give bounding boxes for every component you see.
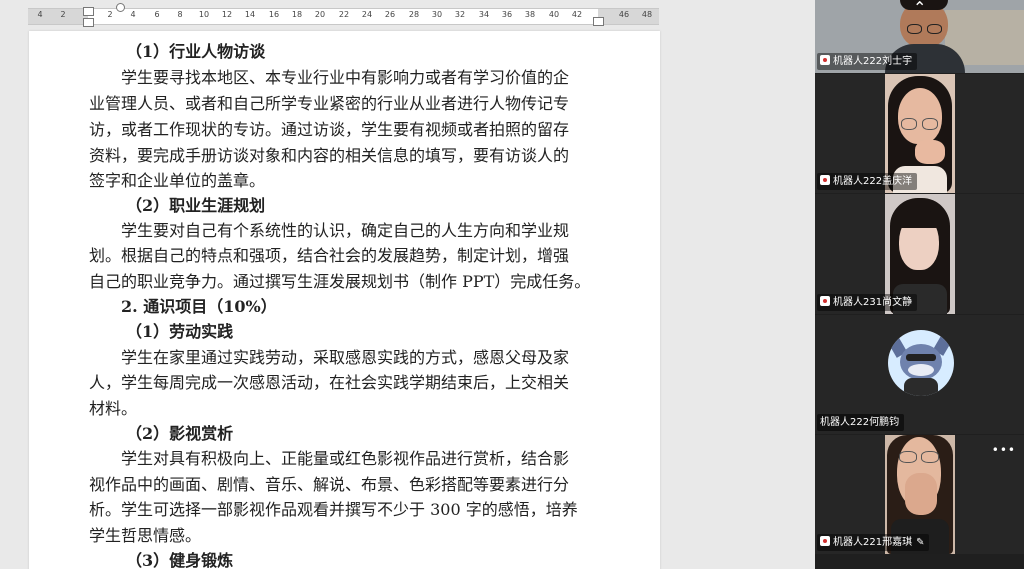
ruler-tick: 24 xyxy=(361,10,373,19)
participant-tile[interactable]: ⌃ 机器人222刘士宇 xyxy=(815,0,1024,73)
paragraph-line: 析。学生可选择一部影视作品观看并撰写不少于 300 字的感悟，培养 xyxy=(89,500,578,519)
ruler-tick: 14 xyxy=(244,10,256,19)
ruler-tick: 22 xyxy=(338,10,350,19)
heading-career-planning: （2）职业生涯规划 xyxy=(126,196,266,215)
ruler-tick: 20 xyxy=(314,10,326,19)
ruler-tick: 38 xyxy=(524,10,536,19)
ruler-tick: 40 xyxy=(548,10,560,19)
ruler-tick: 16 xyxy=(268,10,280,19)
participant-name: 机器人221邢嘉琪 xyxy=(833,537,913,548)
participant-name-label: 机器人231尚文静 xyxy=(817,294,918,311)
ruler-tick: 30 xyxy=(431,10,443,19)
horizontal-ruler[interactable]: 4 2 2 4 6 8 10 12 14 16 18 20 22 24 26 2… xyxy=(28,3,659,27)
ruler-tick: 2 xyxy=(107,10,113,19)
paragraph-line: 视作品中的画面、剧情、音乐、解说、布景、色彩搭配等要素进行分 xyxy=(89,475,570,494)
ruler-tick: 2 xyxy=(60,10,66,19)
participant-tile[interactable]: ••• 机器人221邢嘉琪 ✎ xyxy=(815,435,1024,554)
paragraph-line: 划。根据自己的特点和强项，结合社会的发展趋势，制定计划，增强 xyxy=(89,246,570,265)
heading-fitness: （3）健身锻炼 xyxy=(126,551,234,569)
ruler-tick: 36 xyxy=(501,10,513,19)
paragraph-line: 学生对具有积极向上、正能量或红色影视作品进行赏析，结合影 xyxy=(121,449,570,468)
ruler-tick: 26 xyxy=(384,10,396,19)
ruler-tick: 4 xyxy=(130,10,136,19)
ruler-tick: 4 xyxy=(37,10,43,19)
more-options-icon[interactable]: ••• xyxy=(992,443,1016,457)
paragraph-line: 签字和企业单位的盖章。 xyxy=(89,171,266,190)
document-page[interactable]: （1）行业人物访谈 学生要寻找本地区、本专业行业中有影响力或者有学习价值的企 业… xyxy=(29,31,660,569)
robot-icon xyxy=(820,55,830,65)
paragraph-line: 访，或者工作现状的专访。通过访谈，学生要有视频或者拍照的留存 xyxy=(89,120,570,139)
ruler-tick: 42 xyxy=(571,10,583,19)
ruler-tick: 28 xyxy=(408,10,420,19)
paragraph-line: 自己的职业竞争力。通过撰写生涯发展规划书（制作 PPT）完成任务。 xyxy=(89,272,591,291)
robot-icon xyxy=(820,175,830,185)
heading-film-appreciation: （2）影视赏析 xyxy=(126,424,234,443)
right-indent-marker[interactable] xyxy=(593,17,604,26)
participant-name-label: 机器人222何鹏钧 xyxy=(817,414,905,431)
left-indent-marker[interactable] xyxy=(83,7,94,16)
ruler-tick: 46 xyxy=(618,10,630,19)
ruler-tick: 10 xyxy=(198,10,210,19)
robot-icon xyxy=(820,296,830,306)
participant-name: 机器人222盖庆洋 xyxy=(833,176,913,187)
participant-tile[interactable]: 机器人222何鹏钧 xyxy=(815,315,1024,434)
paragraph-line: 材料。 xyxy=(89,399,138,418)
paragraph-line: 业管理人员、或者和自己所学专业紧密的行业从业者进行人物传记专 xyxy=(89,94,570,113)
participant-tile[interactable]: 机器人231尚文静 xyxy=(815,194,1024,314)
ruler-tick: 8 xyxy=(177,10,183,19)
paragraph-line: 学生哲思情感。 xyxy=(89,526,202,545)
paragraph-line: 学生要对自己有个系统性的认识，确定自己的人生方向和学业规 xyxy=(121,221,570,240)
chevron-up-icon[interactable]: ⌃ xyxy=(913,0,926,17)
participant-name: 机器人231尚文静 xyxy=(833,297,913,308)
participant-name: 机器人222刘士宇 xyxy=(833,56,913,67)
participant-name-label: 机器人222刘士宇 xyxy=(817,53,918,70)
heading-general-project: 2. 通识项目（10%） xyxy=(121,297,277,316)
first-line-indent-marker[interactable] xyxy=(116,3,125,12)
ruler-tick: 18 xyxy=(291,10,303,19)
ruler-tick: 32 xyxy=(454,10,466,19)
paragraph-line: 资料，要完成手册访谈对象和内容的相关信息的填写，要有访谈人的 xyxy=(89,146,570,165)
heading-labor-practice: （1）劳动实践 xyxy=(126,322,234,341)
ruler-tick: 34 xyxy=(478,10,490,19)
participant-tile[interactable]: 机器人222盖庆洋 xyxy=(815,74,1024,193)
paragraph-line: 人，学生每周完成一次感恩活动，在社会实践学期结束后，上交相关 xyxy=(89,373,570,392)
paragraph-line: 学生要寻找本地区、本专业行业中有影响力或者有学习价值的企 xyxy=(121,68,570,87)
ruler-tick: 6 xyxy=(154,10,160,19)
ruler-tick: 12 xyxy=(221,10,233,19)
hanging-indent-marker[interactable] xyxy=(83,18,94,27)
robot-icon xyxy=(820,536,830,546)
avatar xyxy=(888,330,954,396)
paragraph-line: 学生在家里通过实践劳动，采取感恩实践的方式，感恩父母及家 xyxy=(121,348,570,367)
video-participant-panel[interactable]: ⌃ 机器人222刘士宇 机器人222盖庆洋 机器人231尚文静 机器人222何鹏… xyxy=(815,0,1024,569)
participant-name: 机器人222何鹏钧 xyxy=(820,417,900,428)
ruler-tick: 48 xyxy=(641,10,653,19)
participant-name-label: 机器人222盖庆洋 xyxy=(817,173,918,190)
heading-industry-interview: （1）行业人物访谈 xyxy=(126,42,266,61)
document-area[interactable]: 4 2 2 4 6 8 10 12 14 16 18 20 22 24 26 2… xyxy=(0,0,815,569)
participant-name-label: 机器人221邢嘉琪 ✎ xyxy=(817,534,930,551)
pen-icon: ✎ xyxy=(916,537,925,548)
